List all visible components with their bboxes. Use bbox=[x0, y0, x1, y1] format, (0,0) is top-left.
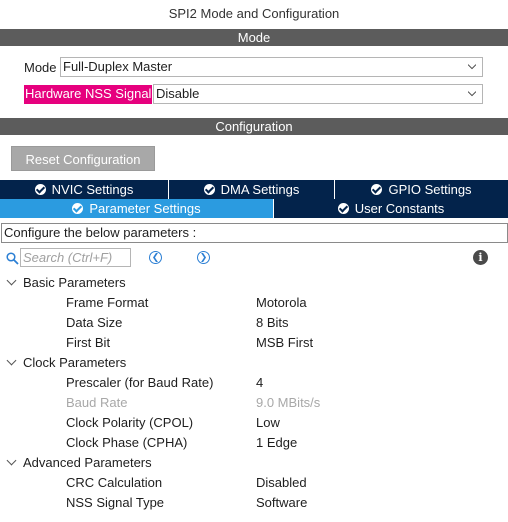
param-name: Data Size bbox=[66, 315, 123, 330]
param-name: Baud Rate bbox=[66, 395, 128, 410]
tab-gpio-settings[interactable]: GPIO Settings bbox=[335, 180, 508, 199]
param-value[interactable]: Motorola bbox=[256, 295, 307, 310]
previous-icon[interactable]: ❮ bbox=[149, 251, 162, 264]
group-advanced-parameters[interactable]: Advanced Parameters bbox=[0, 455, 152, 470]
info-icon[interactable]: i bbox=[473, 250, 488, 265]
hardware-nss-select-value: Disable bbox=[156, 86, 200, 101]
param-value[interactable]: 4 bbox=[256, 375, 263, 390]
check-circle-icon bbox=[72, 203, 84, 214]
tab-parameter-settings[interactable]: Parameter Settings bbox=[0, 199, 274, 218]
tab-user-constants[interactable]: User Constants bbox=[274, 199, 508, 218]
panel-title: SPI2 Mode and Configuration bbox=[168, 6, 340, 21]
chevron-down-icon bbox=[6, 455, 17, 466]
tab-nvic-settings[interactable]: NVIC Settings bbox=[0, 180, 169, 199]
hardware-nss-label: Hardware NSS Signal bbox=[24, 85, 153, 104]
param-name: Frame Format bbox=[66, 295, 149, 310]
param-value[interactable]: Low bbox=[256, 415, 280, 430]
param-value[interactable]: 8 Bits bbox=[256, 315, 289, 330]
param-value[interactable]: MSB First bbox=[256, 335, 313, 350]
tab-dma-settings[interactable]: DMA Settings bbox=[169, 180, 335, 199]
param-value: 9.0 MBits/s bbox=[256, 395, 321, 410]
param-name: First Bit bbox=[66, 335, 111, 350]
configuration-section-header: Configuration bbox=[0, 118, 508, 135]
check-circle-icon bbox=[371, 184, 383, 195]
check-circle-icon bbox=[34, 184, 46, 195]
param-name: CRC Calculation bbox=[66, 475, 163, 490]
chevron-down-icon bbox=[6, 275, 17, 286]
group-basic-parameters[interactable]: Basic Parameters bbox=[0, 275, 126, 290]
next-icon[interactable]: ❯ bbox=[197, 251, 210, 264]
mode-label: Mode bbox=[24, 60, 57, 75]
param-value[interactable]: Disabled bbox=[256, 475, 307, 490]
chevron-down-icon bbox=[468, 64, 476, 70]
chevron-down-icon bbox=[468, 91, 476, 97]
param-name: NSS Signal Type bbox=[66, 495, 165, 510]
mode-select[interactable]: Full-Duplex Master bbox=[60, 57, 483, 77]
param-value[interactable]: Software bbox=[256, 495, 307, 510]
search-icon bbox=[6, 252, 19, 265]
configure-instruction: Configure the below parameters : bbox=[1, 223, 508, 243]
reset-configuration-button[interactable]: Reset Configuration bbox=[11, 146, 155, 171]
hardware-nss-select[interactable]: Disable bbox=[153, 84, 483, 104]
param-name: Prescaler (for Baud Rate) bbox=[66, 375, 214, 390]
search-input[interactable]: Search (Ctrl+F) bbox=[20, 248, 131, 267]
param-value[interactable]: 1 Edge bbox=[256, 435, 297, 450]
mode-section-header: Mode bbox=[0, 29, 508, 46]
check-circle-icon bbox=[203, 184, 215, 195]
chevron-down-icon bbox=[6, 355, 17, 366]
group-clock-parameters[interactable]: Clock Parameters bbox=[0, 355, 126, 370]
mode-select-value: Full-Duplex Master bbox=[63, 59, 173, 74]
param-name: Clock Phase (CPHA) bbox=[66, 435, 188, 450]
check-circle-icon bbox=[337, 203, 349, 214]
param-name: Clock Polarity (CPOL) bbox=[66, 415, 194, 430]
